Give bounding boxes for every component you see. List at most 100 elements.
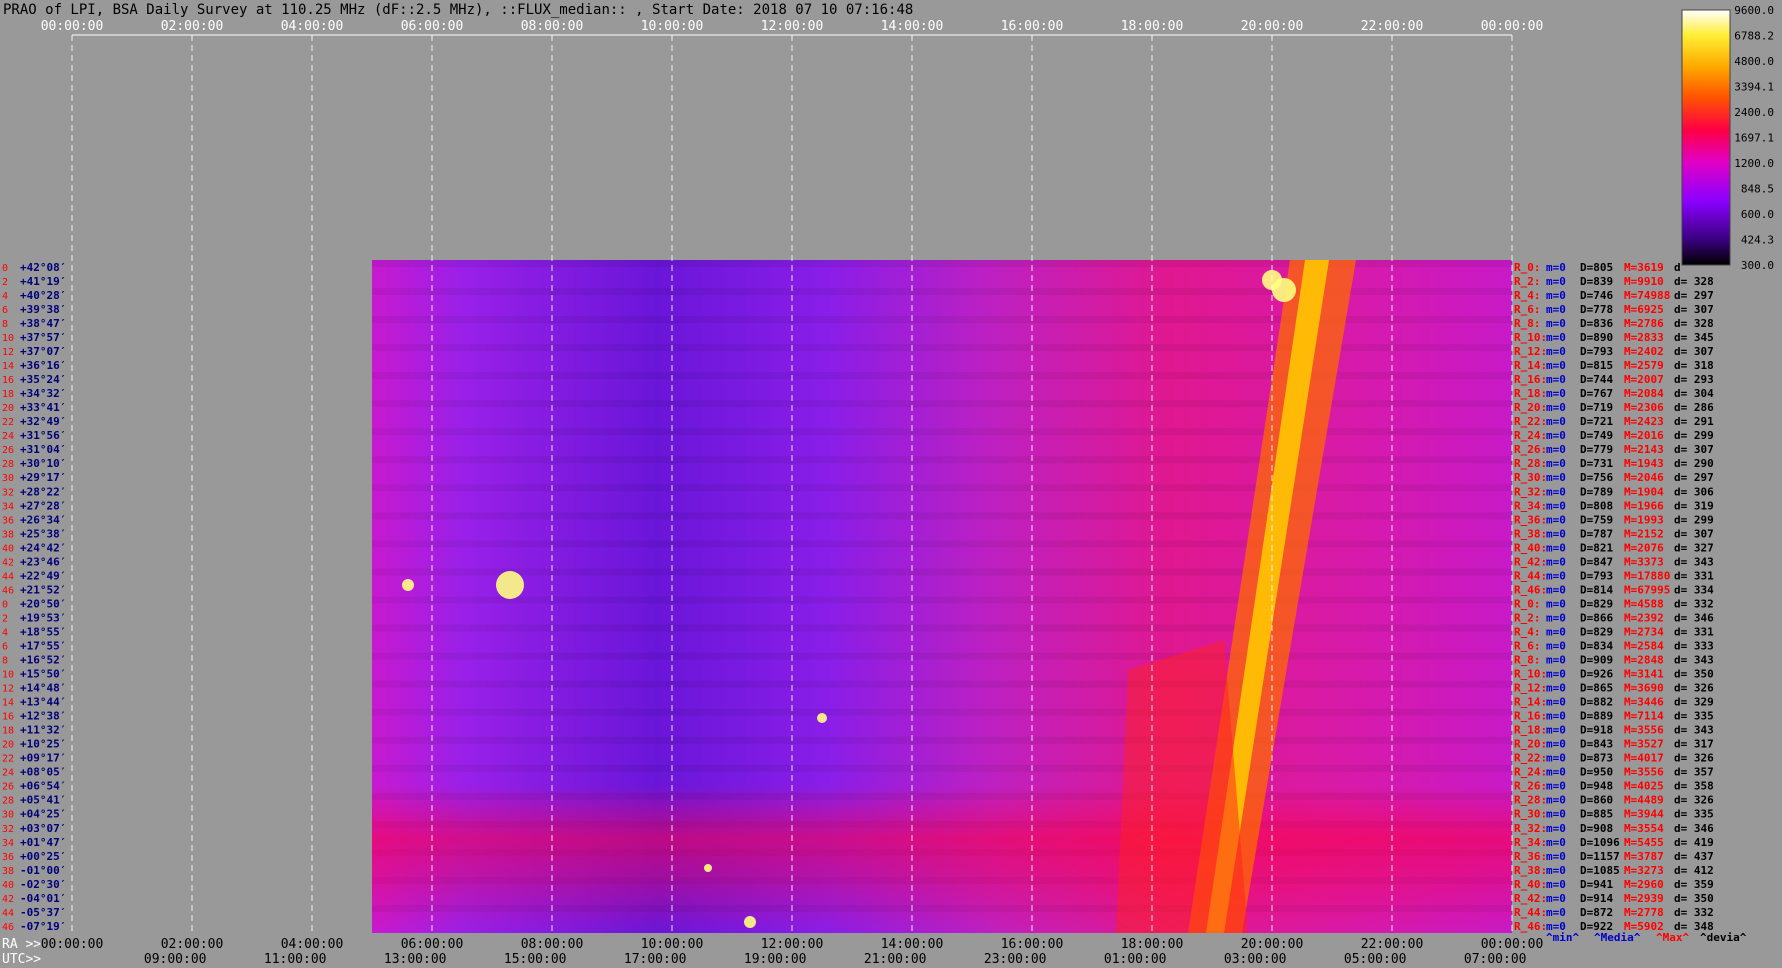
declination-label: +26°34′ (20, 513, 66, 526)
utc-tick-label: 03:00:00 (1224, 952, 1287, 967)
colorbar-tick-label: 9600.0 (1734, 4, 1774, 17)
stat-max: M=2848 (1624, 654, 1664, 667)
stat-deviation: d= 286 (1674, 401, 1714, 414)
ra-tick-label: 06:00:00 (401, 937, 464, 952)
stat-max: M=2016 (1624, 429, 1664, 442)
stat-min: m=0 (1546, 569, 1566, 582)
declination-label: +37°57′ (20, 331, 66, 344)
stat-max: M=2833 (1624, 331, 1664, 344)
stat-deviation: d= 343 (1674, 724, 1714, 737)
declination-label: +09°17′ (20, 752, 66, 765)
ra-tick-label: 12:00:00 (761, 937, 824, 952)
stat-min: m=0 (1546, 668, 1566, 681)
stat-max: M=2152 (1624, 527, 1664, 540)
heatmap-source (1272, 278, 1296, 302)
ra-tick-label: 16:00:00 (1001, 937, 1064, 952)
stat-max: M=3554 (1624, 822, 1664, 835)
colorbar-tick-label: 1200.0 (1734, 157, 1774, 170)
stat-min: m=0 (1546, 710, 1566, 723)
stat-row-label: R_24: (1514, 429, 1547, 442)
stat-median: D=746 (1580, 289, 1613, 302)
stat-median: D=787 (1580, 527, 1613, 540)
stat-min: m=0 (1546, 513, 1566, 526)
top-tick-label: 00:00:00 (41, 19, 104, 34)
top-tick-label: 16:00:00 (1001, 19, 1064, 34)
declination-label: +16°52′ (20, 654, 66, 667)
stat-median: D=836 (1580, 317, 1613, 330)
stat-min: m=0 (1546, 639, 1566, 652)
stat-max: M=2584 (1624, 639, 1664, 652)
stat-median: D=821 (1580, 541, 1613, 554)
stat-min: m=0 (1546, 878, 1566, 891)
stat-median: D=873 (1580, 752, 1613, 765)
stat-median: D=815 (1580, 359, 1613, 372)
stat-min: m=0 (1546, 261, 1566, 274)
stat-deviation: d= 307 (1674, 527, 1714, 540)
stat-deviation: d= 317 (1674, 738, 1714, 751)
stat-deviation: d (1674, 261, 1681, 274)
stat-deviation: d= 307 (1674, 345, 1714, 358)
stat-deviation: d= 326 (1674, 752, 1714, 765)
stat-max: M=4017 (1624, 752, 1664, 765)
top-time-axis: 00:00:00 02:00:00 04:00:00 06:00:00 08:00:00… (41, 19, 1544, 34)
stat-max: M=3690 (1624, 682, 1664, 695)
stat-median: D=865 (1580, 682, 1613, 695)
row-index-label: 6 (2, 305, 8, 316)
stat-max: M=1966 (1624, 499, 1664, 512)
stat-deviation: d= 345 (1674, 331, 1714, 344)
declination-label: +31°04′ (20, 443, 66, 456)
row-index-label: 4 (2, 627, 8, 638)
stat-max: M=2734 (1624, 625, 1664, 638)
stat-row-label: R_2: (1514, 275, 1541, 288)
utc-tick-label: 21:00:00 (864, 952, 927, 967)
stat-median: D=834 (1580, 639, 1613, 652)
stat-row-label: R_40: (1514, 541, 1547, 554)
stat-max: M=9910 (1624, 275, 1664, 288)
stat-row-label: R_14: (1514, 696, 1547, 709)
colorbar-tick-label: 300.0 (1741, 259, 1774, 272)
stat-min: m=0 (1546, 625, 1566, 638)
stat-row-label: R_40: (1514, 878, 1547, 891)
stat-min: m=0 (1546, 766, 1566, 779)
stat-deviation: d= 327 (1674, 541, 1714, 554)
stat-deviation: d= 335 (1674, 808, 1714, 821)
heatmap-source (704, 864, 712, 872)
declination-label: +27°28′ (20, 499, 66, 512)
stat-deviation: d= 307 (1674, 303, 1714, 316)
stat-max: M=1993 (1624, 513, 1664, 526)
stat-row-label: R_38: (1514, 527, 1547, 540)
stat-row-label: R_10: (1514, 668, 1547, 681)
top-tick-label: 14:00:00 (881, 19, 944, 34)
stat-median: D=926 (1580, 668, 1613, 681)
heatmap-chart: 00:00:00 02:00:00 04:00:00 06:00:00 08:00:00… (2, 4, 1774, 967)
row-index-label: 18 (2, 389, 14, 400)
row-index-label: 46 (2, 922, 14, 933)
stat-row-label: R_20: (1514, 401, 1547, 414)
stat-min: m=0 (1546, 275, 1566, 288)
stat-deviation: d= 332 (1674, 906, 1714, 919)
stat-median: D=847 (1580, 555, 1613, 568)
stat-median: D=793 (1580, 345, 1613, 358)
utc-tick-label: 05:00:00 (1344, 952, 1407, 967)
stat-median: D=909 (1580, 654, 1613, 667)
stat-median: D=1096 (1580, 836, 1620, 849)
utc-tick-label: 11:00:00 (264, 952, 327, 967)
ra-tick-label: 22:00:00 (1361, 937, 1424, 952)
declination-label: +35°24′ (20, 373, 66, 386)
row-index-label: 32 (2, 487, 14, 498)
colorbar-tick-label: 600.0 (1741, 208, 1774, 221)
top-tick-label: 10:00:00 (641, 19, 704, 34)
row-index-label: 28 (2, 459, 14, 470)
heatmap-source (402, 579, 414, 591)
declination-label: +11°32′ (20, 724, 66, 737)
stat-max: M=2143 (1624, 443, 1664, 456)
stat-row-label: R_32: (1514, 822, 1547, 835)
stat-max: M=2786 (1624, 317, 1664, 330)
stat-max: M=3141 (1624, 668, 1664, 681)
stat-min: m=0 (1546, 864, 1566, 877)
top-tick-label: 00:00:00 (1481, 19, 1544, 34)
declination-label: +36°16′ (20, 359, 66, 372)
ra-tick-label: 10:00:00 (641, 937, 704, 952)
row-index-label: 30 (2, 810, 14, 821)
stat-median: D=829 (1580, 597, 1613, 610)
